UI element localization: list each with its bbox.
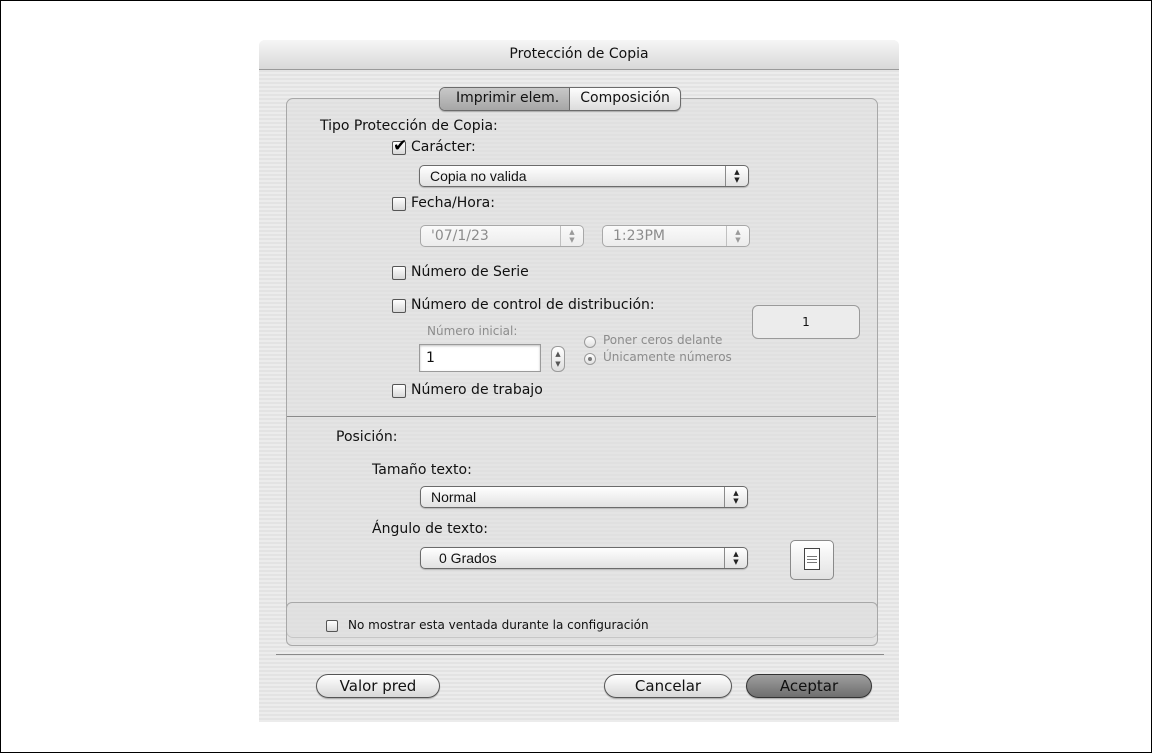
character-checkbox[interactable]: ✔ bbox=[392, 136, 408, 156]
date-popup[interactable]: '07/1/23 ▲ ▼ bbox=[420, 225, 584, 247]
dialog-title: Protección de Copia bbox=[509, 46, 649, 62]
cancel-button[interactable]: Cancelar bbox=[604, 674, 732, 698]
popup-arrows-icon: ▲ ▼ bbox=[725, 166, 748, 186]
character-popup-value: Copia no valida bbox=[430, 168, 527, 184]
default-values-button[interactable]: Valor pred bbox=[316, 674, 440, 698]
datetime-checkbox[interactable] bbox=[392, 197, 406, 211]
dont-show-checkbox[interactable] bbox=[326, 620, 338, 632]
character-label: Carácter: bbox=[411, 139, 476, 155]
radio-selected-dot bbox=[588, 357, 592, 361]
settings-panel: Tipo Protección de Copia: ✔ Carácter: Co… bbox=[286, 98, 878, 638]
copy-protection-dialog: Protección de Copia Tipo Protección de C… bbox=[259, 40, 899, 722]
tab-print-elements[interactable]: Imprimir elem. bbox=[440, 88, 571, 110]
distribution-count-field: 1 bbox=[752, 305, 860, 339]
start-number-input[interactable]: 1 bbox=[419, 344, 541, 372]
date-popup-value: '07/1/23 bbox=[431, 228, 489, 244]
page-orientation-icon bbox=[804, 548, 820, 570]
time-popup[interactable]: 1:23PM ▲ ▼ bbox=[602, 225, 750, 247]
text-size-label: Tamaño texto: bbox=[372, 462, 472, 478]
text-size-popup-value: Normal bbox=[431, 489, 477, 505]
text-angle-popup[interactable]: 0 Grados ▲ ▼ bbox=[420, 547, 748, 569]
popup-arrows-icon: ▲ ▼ bbox=[726, 226, 749, 246]
distribution-number-checkbox[interactable] bbox=[392, 299, 406, 313]
section-divider bbox=[287, 416, 876, 417]
ok-button[interactable]: Aceptar bbox=[746, 674, 872, 698]
numbers-only-label: Únicamente números bbox=[603, 350, 732, 364]
job-number-label: Número de trabajo bbox=[411, 382, 543, 398]
text-angle-popup-value: 0 Grados bbox=[439, 550, 497, 566]
serial-number-checkbox[interactable] bbox=[392, 266, 406, 280]
stepper-down-icon[interactable]: ▼ bbox=[552, 359, 564, 369]
page-orientation-button[interactable] bbox=[790, 540, 834, 580]
datetime-label: Fecha/Hora: bbox=[411, 195, 495, 211]
position-label: Posición: bbox=[336, 429, 398, 445]
copy-protect-type-label: Tipo Protección de Copia: bbox=[320, 118, 498, 134]
popup-arrows-icon: ▲ ▼ bbox=[560, 226, 583, 246]
checkmark-icon: ✔ bbox=[393, 136, 408, 156]
tab-composition[interactable]: Composición bbox=[570, 88, 680, 110]
numbers-only-radio[interactable] bbox=[584, 353, 596, 365]
serial-number-label: Número de Serie bbox=[411, 264, 529, 280]
text-size-popup[interactable]: Normal ▲ ▼ bbox=[420, 486, 748, 508]
dont-show-panel: No mostrar esta ventada durante la confi… bbox=[286, 602, 878, 646]
time-popup-value: 1:23PM bbox=[613, 228, 665, 244]
character-popup[interactable]: Copia no valida ▲ ▼ bbox=[419, 165, 749, 187]
start-number-stepper[interactable]: ▲ ▼ bbox=[551, 346, 565, 372]
popup-arrows-icon: ▲ ▼ bbox=[724, 487, 747, 507]
popup-arrows-icon: ▲ ▼ bbox=[724, 548, 747, 568]
stepper-up-icon[interactable]: ▲ bbox=[552, 349, 564, 359]
title-bar: Protección de Copia bbox=[259, 40, 899, 70]
leading-zeros-radio[interactable] bbox=[584, 336, 596, 348]
leading-zeros-label: Poner ceros delante bbox=[603, 333, 723, 347]
start-number-label: Número inicial: bbox=[427, 324, 518, 338]
footer-divider bbox=[276, 654, 884, 655]
dont-show-label: No mostrar esta ventada durante la confi… bbox=[348, 618, 649, 632]
text-angle-label: Ángulo de texto: bbox=[372, 521, 488, 537]
tab-bar: Imprimir elem. Composición bbox=[439, 87, 681, 111]
distribution-number-label: Número de control de distribución: bbox=[411, 297, 655, 313]
job-number-checkbox[interactable] bbox=[392, 384, 406, 398]
